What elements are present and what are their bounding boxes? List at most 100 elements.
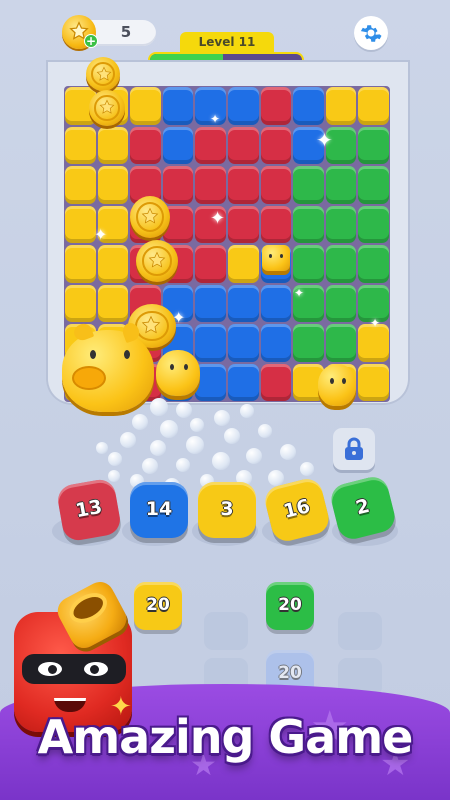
block-yellow [65, 284, 96, 322]
block-green [358, 166, 389, 204]
block-yellow [97, 245, 129, 283]
block-red [195, 166, 226, 204]
queue-count: 20 [278, 595, 302, 615]
block-yellow [358, 87, 389, 125]
bullet-dot [176, 402, 192, 418]
block-blue [228, 284, 259, 322]
block-yellow [325, 87, 357, 125]
bullet-dot [150, 398, 168, 416]
sparkle-icon: ✦ [294, 286, 305, 300]
gear-icon [360, 25, 382, 42]
block-red [228, 126, 259, 164]
block-yellow [65, 205, 96, 243]
bullet-dot [300, 462, 314, 476]
block-blue [260, 284, 292, 322]
block-green [325, 166, 357, 204]
bullet-dot [150, 440, 166, 456]
block-green [325, 284, 357, 322]
block-red [260, 87, 292, 125]
bullet-dot [240, 404, 254, 418]
bullet-dot [176, 458, 190, 472]
block-blue [228, 363, 259, 401]
block-blue [260, 324, 292, 362]
block-red [260, 126, 292, 164]
block-green [358, 126, 389, 164]
bullet-dot [258, 424, 272, 438]
coin-icon [130, 196, 170, 238]
shooter-count: 14 [145, 498, 173, 520]
block-red [162, 166, 194, 204]
block-green [293, 245, 324, 283]
block-red [260, 363, 292, 401]
coin-icon [86, 57, 120, 91]
block-red [228, 205, 259, 243]
locked-slot-button[interactable] [333, 428, 375, 470]
plus-icon[interactable]: + [84, 34, 98, 48]
bullet-dot [186, 436, 204, 454]
settings-button[interactable] [354, 16, 388, 50]
bullet-dot [268, 470, 284, 486]
piggy-bank-icon [262, 245, 290, 271]
bullet-dot [96, 442, 108, 454]
coin-count: 5 [120, 23, 132, 41]
level-label: Level 11 [180, 32, 274, 52]
shooter-red[interactable]: 13 [55, 477, 123, 543]
queue-shooter-yellow: 20 [134, 582, 182, 630]
bullet-dot [160, 420, 178, 438]
block-green [358, 245, 389, 283]
block-green [325, 245, 357, 283]
block-green [293, 324, 324, 362]
piggy-bank-icon [318, 364, 356, 406]
block-blue [195, 284, 226, 322]
coin-icon [89, 90, 125, 126]
block-yellow [228, 245, 259, 283]
block-red [195, 126, 226, 164]
block-green [293, 205, 324, 243]
shooter-yellow[interactable]: 3 [198, 482, 256, 538]
block-yellow [65, 126, 96, 164]
sparkle-icon: ✦ [210, 208, 226, 229]
bullet-dot [108, 452, 122, 466]
lock-icon [345, 437, 363, 460]
piggy-bank-icon [62, 320, 154, 412]
block-blue [162, 126, 194, 164]
block-green [293, 166, 324, 204]
block-red [260, 205, 292, 243]
block-blue [293, 87, 324, 125]
coin-icon [136, 240, 178, 282]
bullet-dot [214, 410, 230, 426]
block-yellow [97, 166, 129, 204]
bullet-dot [280, 444, 296, 460]
block-yellow [65, 166, 96, 204]
block-red [260, 166, 292, 204]
sparkle-icon: ✦ [210, 112, 221, 126]
block-yellow [130, 87, 161, 125]
block-yellow [97, 126, 129, 164]
block-blue [162, 87, 194, 125]
block-red [228, 166, 259, 204]
queue-slot [204, 612, 248, 650]
bullet-dot [132, 414, 148, 430]
bullet-dot [246, 448, 262, 464]
block-red [130, 126, 161, 164]
block-blue [195, 363, 226, 401]
block-yellow [97, 284, 129, 322]
bullet-dot [212, 452, 230, 470]
banner-title: Amazing Game [37, 710, 414, 764]
queue-count: 20 [146, 595, 170, 615]
queue-slot [338, 612, 382, 650]
coin-counter[interactable]: + 5 [62, 15, 156, 49]
block-blue [228, 87, 259, 125]
shooter-count: 13 [73, 495, 104, 523]
shooter-blue[interactable]: 14 [130, 482, 188, 538]
bullet-dot [190, 418, 204, 432]
block-green [325, 324, 357, 362]
sparkle-icon: ✦ [94, 225, 108, 244]
bullet-dot [224, 428, 240, 444]
sparkle-icon: ✦ [370, 316, 381, 330]
bullet-dot [142, 458, 158, 474]
block-blue [195, 324, 226, 362]
block-yellow [65, 245, 96, 283]
bullet-dot [120, 432, 136, 448]
block-red [195, 245, 226, 283]
